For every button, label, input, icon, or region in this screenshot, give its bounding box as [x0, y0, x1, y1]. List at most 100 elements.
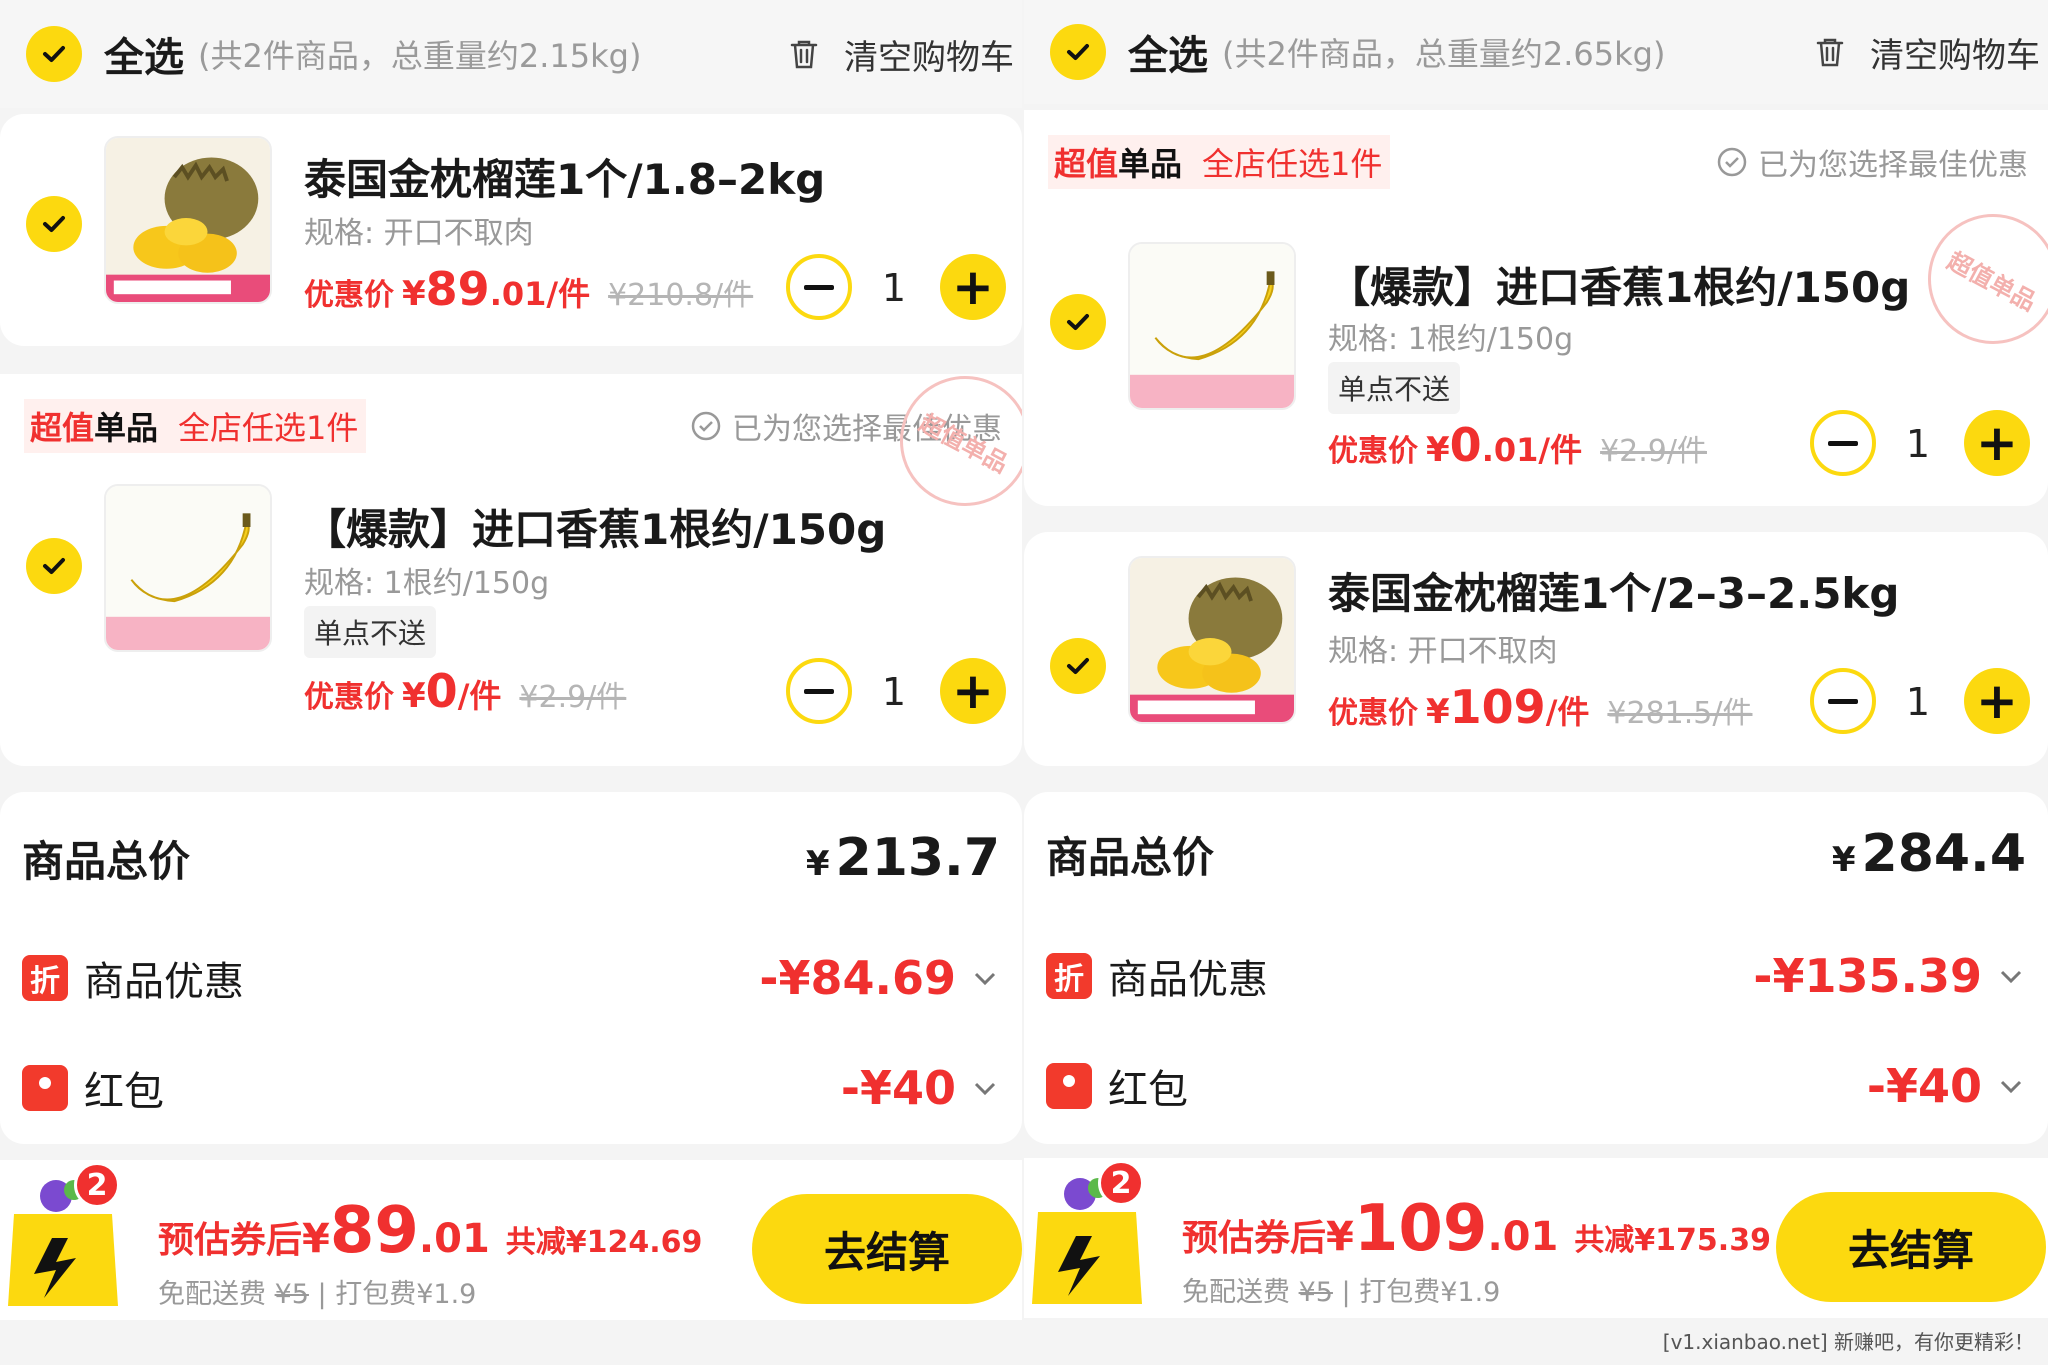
price-integer: 0 [425, 664, 458, 718]
increase-quantity-button[interactable]: + [940, 658, 1006, 724]
promo-header: 超值单品 全店任选1件 已为您选择最佳优惠 [0, 374, 1022, 478]
select-all-checkbox[interactable] [26, 26, 82, 82]
cart-screen-left: 全选 (共2件商品，总重量约2.15kg) 清空购物车 泰国金枕榴莲1个/1.8… [0, 0, 1022, 1365]
clear-cart-button[interactable]: 清空购物车 [1812, 28, 2048, 77]
discount-row[interactable]: 折 商品优惠 -¥84.69 [0, 938, 1022, 1018]
total-currency: ¥ [805, 844, 830, 884]
price-currency: ¥ [1426, 692, 1450, 732]
clear-cart-button[interactable]: 清空购物车 [786, 30, 1022, 79]
estimated-total: 预估券后 ¥ 89 .01 共减¥124.69 [158, 1194, 702, 1268]
cart-header: 全选 (共2件商品，总重量约2.65kg) 清空购物车 [1024, 0, 2048, 104]
check-icon [43, 558, 65, 574]
item-tag: 单点不送 [304, 606, 437, 658]
checkout-bar: 2 预估券后 ¥ 89 .01 共减¥124.69 免配送费 ¥5 | 打包费¥… [0, 1160, 1022, 1320]
banana-image [106, 486, 270, 650]
discount-label: 商品优惠 [84, 959, 244, 1005]
item-checkbox[interactable] [26, 538, 82, 594]
total-price-label: 商品总价 [22, 836, 191, 886]
red-packet-label: 红包 [84, 1069, 164, 1115]
item-quantity: 1 [881, 670, 907, 714]
clear-cart-label: 清空购物车 [844, 37, 1014, 78]
item-spec: 规格: 1根约/150g [1328, 322, 1574, 357]
increase-quantity-button[interactable]: + [1964, 410, 2030, 476]
item-title[interactable]: 泰国金枕榴莲1个/2–3–2.5kg [1328, 560, 1899, 621]
price-label: 优惠价 [304, 278, 394, 313]
price-unit: /件 [457, 677, 502, 715]
price-integer: 0 [1449, 418, 1482, 472]
checkout-button[interactable]: 去结算 [752, 1194, 1022, 1304]
select-all-checkbox[interactable] [1050, 24, 1106, 80]
price-decimal: .01 [1481, 431, 1539, 469]
item-title[interactable]: 【爆款】进口香蕉1根约/150g [304, 496, 886, 557]
promo-rule: 全店任选1件 [164, 399, 367, 453]
decrease-quantity-button[interactable] [786, 658, 852, 724]
banana-image[interactable] [1128, 242, 1296, 410]
banana-image[interactable] [104, 484, 272, 652]
best-offer-label: 已为您选择最佳优惠 [1758, 148, 2028, 183]
item-spec: 规格: 开口不取肉 [1328, 634, 1558, 669]
total-price-label: 商品总价 [1046, 832, 1215, 882]
price-currency: ¥ [402, 274, 426, 314]
durian-image[interactable] [1128, 556, 1296, 724]
total-currency: ¥ [1831, 840, 1856, 880]
estimated-currency: ¥ [302, 1216, 330, 1262]
discount-icon: 折 [1046, 953, 1092, 999]
promo-badge-b: 单品 [1118, 145, 1183, 183]
check-icon [1067, 44, 1089, 60]
select-all-label[interactable]: 全选 [1128, 23, 1208, 81]
cart-item: 【爆款】进口香蕉1根约/150g 规格: 1根约/150g 单点不送 优惠价 ¥… [1024, 214, 2048, 506]
original-price: ¥281.5/件 [1607, 696, 1753, 731]
cart-item-card: 泰国金枕榴莲1个/2–3–2.5kg 规格: 开口不取肉 优惠价 ¥ 109 /… [1024, 532, 2048, 766]
select-all-label[interactable]: 全选 [104, 25, 184, 83]
free-delivery-label: 免配送费 [158, 1279, 266, 1310]
promo-group-card: 超值单品 全店任选1件 已为您选择最佳优惠 超值单品 【爆款】进口香蕉1根约/1… [0, 353, 1022, 766]
estimated-decimal: .01 [1487, 1214, 1559, 1260]
delivery-fee-original: ¥5 [1298, 1277, 1333, 1308]
promo-group-card: 超值单品 全店任选1件 已为您选择最佳优惠 超值单品 【爆款】进口香蕉1根约/1… [1024, 110, 2048, 506]
increase-quantity-button[interactable]: + [940, 254, 1006, 320]
discount-row[interactable]: 折 商品优惠 -¥135.39 [1024, 936, 2048, 1016]
item-price: 优惠价 ¥ 89 .01 /件 ¥210.8/件 [304, 262, 753, 316]
best-offer-note[interactable]: 已为您选择最佳优惠 [1716, 140, 2028, 184]
promo-badge-b: 单品 [94, 409, 159, 447]
item-spec: 规格: 开口不取肉 [304, 216, 534, 251]
promo-badge-a: 超值 [1054, 145, 1119, 183]
red-packet-value: -¥40 [1867, 1059, 2026, 1113]
chevron-down-icon [974, 972, 996, 986]
price-currency: ¥ [402, 676, 426, 716]
red-packet-row[interactable]: 红包 -¥40 [1024, 1046, 2048, 1126]
item-quantity: 1 [1905, 422, 1931, 466]
total-price-row: 商品总价 ¥284.4 [1024, 812, 2048, 896]
estimated-currency: ¥ [1326, 1214, 1354, 1260]
cart-count-badge: 2 [74, 1162, 120, 1208]
price-unit: /件 [546, 275, 591, 313]
estimated-label: 预估券后 [1182, 1218, 1327, 1259]
red-packet-amount: -¥40 [840, 1061, 956, 1115]
item-checkbox[interactable] [1050, 638, 1106, 694]
chevron-down-icon [2000, 970, 2022, 984]
discount-amount: -¥135.39 [1753, 949, 1982, 1003]
item-checkbox[interactable] [26, 196, 82, 252]
decrease-quantity-button[interactable] [786, 254, 852, 320]
estimated-decimal: .01 [418, 1216, 490, 1262]
discount-value: -¥84.69 [759, 951, 1000, 1005]
item-price: 优惠价 ¥ 0 /件 ¥2.9/件 [304, 664, 626, 718]
durian-image [106, 138, 270, 302]
decrease-quantity-button[interactable] [1810, 410, 1876, 476]
total-saved: 共减¥124.69 [505, 1225, 703, 1260]
item-title[interactable]: 泰国金枕榴莲1个/1.8–2kg [304, 146, 825, 207]
total-amount: 284.4 [1861, 824, 2026, 884]
item-title[interactable]: 【爆款】进口香蕉1根约/150g [1328, 254, 1910, 315]
promo-rule: 全店任选1件 [1188, 135, 1391, 189]
price-unit: /件 [1538, 431, 1583, 469]
increase-quantity-button[interactable]: + [1964, 668, 2030, 734]
decrease-quantity-button[interactable] [1810, 668, 1876, 734]
checkout-button[interactable]: 去结算 [1776, 1192, 2046, 1302]
durian-image[interactable] [104, 136, 272, 304]
trash-icon [1816, 38, 1844, 67]
item-quantity: 1 [1905, 680, 1931, 724]
red-packet-icon [22, 1065, 68, 1111]
item-checkbox[interactable] [1050, 294, 1106, 350]
red-packet-row[interactable]: 红包 -¥40 [0, 1048, 1022, 1128]
cart-summary-meta: (共2件商品，总重量约2.15kg) [198, 37, 642, 75]
